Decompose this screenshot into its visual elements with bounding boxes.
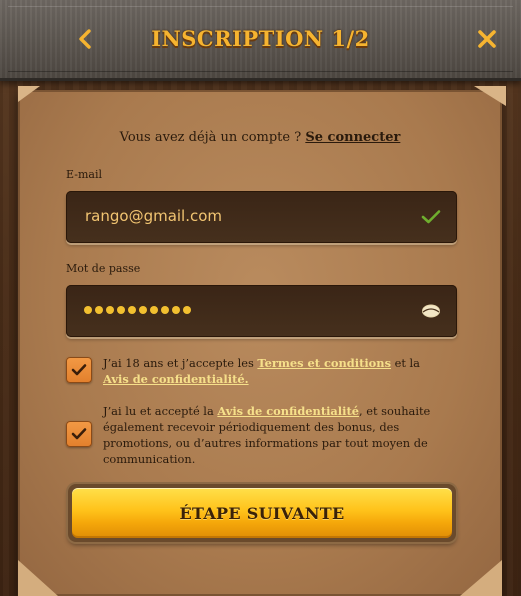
terms-text-part: et la (390, 356, 420, 370)
password-dot (150, 306, 158, 314)
password-field[interactable] (66, 285, 457, 337)
check-icon (421, 207, 441, 227)
paper-corner (460, 560, 502, 596)
paper-corner (18, 560, 58, 596)
password-dot (172, 306, 180, 314)
password-dot (161, 306, 169, 314)
terms-link[interactable]: Termes et conditions (257, 356, 391, 370)
marketing-consent-text: J’ai lu et accepté la Avis de confidenti… (103, 403, 443, 467)
terms-text-part: J’ai 18 ans et j’accepte les (103, 356, 258, 370)
checkmark-icon (71, 428, 87, 440)
privacy-link-marketing[interactable]: Avis de confidentialité (217, 404, 359, 418)
terms-consent-text: J’ai 18 ans et j’accepte les Termes et c… (103, 355, 443, 387)
terms-checkbox[interactable] (66, 357, 92, 383)
login-link[interactable]: Se connecter (305, 130, 400, 145)
password-dot (95, 306, 103, 314)
paper-corner (474, 86, 506, 106)
eye-icon[interactable] (421, 301, 441, 321)
close-icon (478, 30, 496, 48)
password-dot (139, 306, 147, 314)
checkmark-icon (71, 364, 87, 376)
page-title: INSCRIPTION 1/2 (151, 26, 370, 51)
password-dot (117, 306, 125, 314)
password-mask (84, 303, 191, 317)
marketing-checkbox[interactable] (66, 421, 92, 447)
password-dot (84, 306, 92, 314)
close-button[interactable] (472, 24, 502, 54)
email-value: rango@gmail.com (85, 207, 223, 225)
password-dot (128, 306, 136, 314)
login-prompt: Vous avez déjà un compte ? Se connecter (18, 130, 502, 145)
privacy-link[interactable]: Avis de confidentialité. (103, 372, 249, 386)
paper-corner (18, 86, 40, 102)
login-prompt-text: Vous avez déjà un compte ? (119, 130, 306, 145)
next-step-label: ÉTAPE SUIVANTE (179, 503, 345, 523)
password-label: Mot de passe (66, 262, 141, 275)
password-dot (183, 306, 191, 314)
email-field[interactable]: rango@gmail.com (66, 191, 457, 243)
next-step-button-frame: ÉTAPE SUIVANTE (68, 484, 456, 542)
marketing-text-part: J’ai lu et accepté la (103, 404, 218, 418)
next-step-button[interactable]: ÉTAPE SUIVANTE (72, 488, 452, 538)
password-dot (106, 306, 114, 314)
email-label: E-mail (66, 168, 102, 181)
